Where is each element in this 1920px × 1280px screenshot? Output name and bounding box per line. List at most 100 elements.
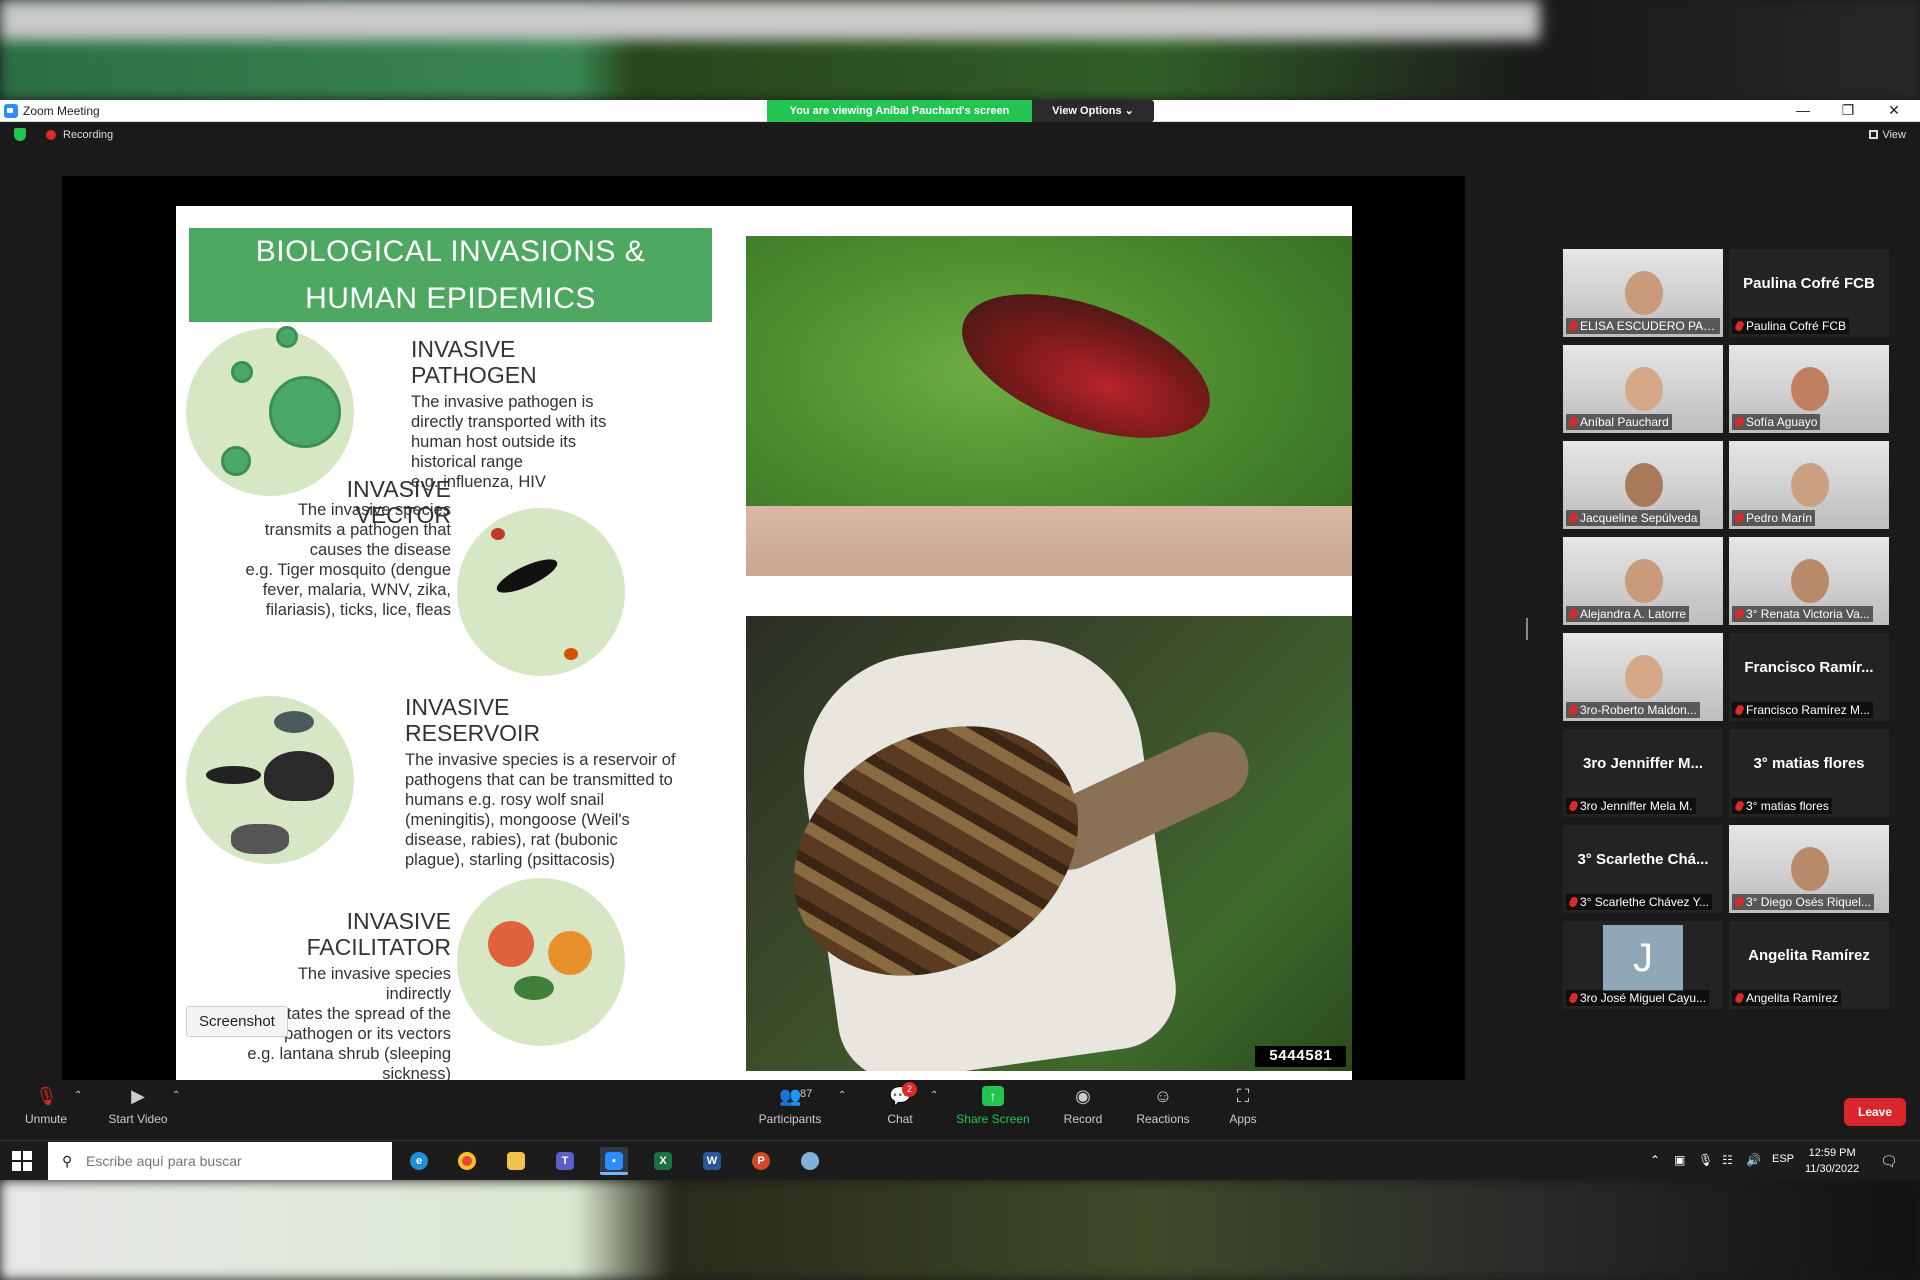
- audio-options-chevron-icon[interactable]: ⌃: [74, 1090, 82, 1101]
- participant-tile[interactable]: Francisco Ramír... Francisco Ramírez M...: [1729, 633, 1889, 721]
- virus-icon: [221, 446, 251, 476]
- image-id-label: 5444581: [1254, 1046, 1346, 1067]
- participants-count: 87: [800, 1088, 813, 1100]
- video-off-icon: ▶: [131, 1086, 145, 1106]
- muted-mic-icon: [1734, 415, 1745, 429]
- view-options-button[interactable]: View Options ⌄: [1032, 100, 1154, 122]
- muted-mic-icon: [1568, 607, 1579, 621]
- participant-tile[interactable]: Jacqueline Sepúlveda: [1563, 441, 1723, 529]
- mongoose-icon: [231, 824, 289, 854]
- muted-mic-icon: [1734, 991, 1745, 1005]
- reactions-button[interactable]: ☺ Reactions: [1123, 1086, 1203, 1126]
- start-video-button[interactable]: ▶ Start Video: [98, 1086, 178, 1126]
- lantana-flower-icon: [548, 931, 592, 975]
- participant-tile[interactable]: Sofía Aguayo: [1729, 345, 1889, 433]
- text-line: filariasis), ticks, lice, fleas: [265, 601, 451, 619]
- participant-name-label: 3ro-Roberto Maldon...: [1566, 702, 1700, 718]
- view-label: View: [1882, 129, 1906, 141]
- record-button[interactable]: ◉ Record: [1043, 1086, 1123, 1126]
- participants-label: Participants: [758, 1112, 822, 1126]
- powerpoint-icon[interactable]: P: [747, 1147, 775, 1175]
- share-screen-button[interactable]: ↑ Share Screen: [953, 1086, 1033, 1126]
- minimize-icon[interactable]: —: [1793, 102, 1813, 118]
- leave-button[interactable]: Leave: [1844, 1098, 1906, 1126]
- clock-date: 11/30/2022: [1805, 1163, 1860, 1175]
- word-icon[interactable]: W: [698, 1147, 726, 1175]
- participant-display-name: 3ro Jenniffer M...: [1582, 755, 1704, 772]
- taskbar-search[interactable]: ⚲: [48, 1142, 392, 1180]
- shared-screen[interactable]: BIOLOGICAL INVASIONS & HUMAN EPIDEMICS I…: [62, 176, 1465, 1086]
- teams-icon[interactable]: T: [551, 1147, 579, 1175]
- participant-face: [1791, 367, 1829, 411]
- muted-mic-icon: [1568, 511, 1579, 525]
- participant-face: [1791, 559, 1829, 603]
- bat-icon: [206, 766, 261, 784]
- muted-mic-icon: [1734, 703, 1745, 717]
- record-icon: ◉: [1075, 1086, 1091, 1106]
- view-button[interactable]: View: [1869, 129, 1906, 141]
- participant-tile[interactable]: ELISA ESCUDERO PAS...: [1563, 249, 1723, 337]
- restore-icon[interactable]: ❐: [1838, 102, 1858, 119]
- apps-label: Apps: [1229, 1112, 1257, 1126]
- participant-tile[interactable]: 3ro Jenniffer M... 3ro Jenniffer Mela M.: [1563, 729, 1723, 817]
- chat-chevron-icon[interactable]: ⌃: [930, 1090, 938, 1101]
- participant-name-label: Angelita Ramírez: [1732, 990, 1842, 1006]
- file-explorer-icon[interactable]: [502, 1147, 530, 1175]
- chat-button[interactable]: 💬 2 Chat: [860, 1082, 940, 1126]
- zoom-taskbar-icon[interactable]: ▪: [600, 1147, 628, 1175]
- clock-time: 12:59 PM: [1808, 1147, 1856, 1159]
- chrome-icon[interactable]: [453, 1147, 481, 1175]
- participant-name-label: Pedro Marín: [1732, 510, 1816, 526]
- participant-face: [1791, 847, 1829, 891]
- video-options-chevron-icon[interactable]: ⌃: [172, 1090, 180, 1101]
- presentation-slide: BIOLOGICAL INVASIONS & HUMAN EPIDEMICS I…: [176, 206, 1352, 1086]
- windows-taskbar: ⚲ e T ▪ X W P ⌃ ▣ 🎙 ☷ 🔊 ESP 12:59 PM 11/…: [0, 1140, 1920, 1180]
- grid-view-icon: [1869, 130, 1879, 139]
- rat-icon: [264, 751, 334, 801]
- chat-unread-badge: 2: [902, 1082, 917, 1097]
- notifications-icon[interactable]: 🗨: [1880, 1153, 1898, 1170]
- edge-icon[interactable]: e: [405, 1147, 433, 1175]
- close-icon[interactable]: ✕: [1884, 102, 1904, 119]
- participant-name-label: Alejandra A. Latorre: [1566, 606, 1690, 622]
- taskbar-search-input[interactable]: [86, 1151, 376, 1171]
- participant-tile[interactable]: 3° matias flores 3° matias flores: [1729, 729, 1889, 817]
- flea-icon: [564, 648, 578, 660]
- microphone-icon[interactable]: 🎙: [1698, 1153, 1713, 1167]
- participant-tile[interactable]: 3° Renata Victoria Va...: [1729, 537, 1889, 625]
- recording-icon: [46, 130, 56, 140]
- leaf-icon: [514, 976, 554, 1000]
- participant-tile[interactable]: 3° Diego Osés Riquel...: [1729, 825, 1889, 913]
- participant-tile[interactable]: Angelita Ramírez Angelita Ramírez: [1729, 921, 1889, 1009]
- network-device-icon[interactable]: ▣: [1674, 1153, 1685, 1167]
- taskbar-clock[interactable]: 12:59 PM 11/30/2022: [1805, 1145, 1859, 1177]
- wifi-icon[interactable]: ☷: [1722, 1153, 1733, 1167]
- title-bar: Zoom Meeting You are viewing Aníbal Pauc…: [0, 100, 1920, 122]
- participants-button[interactable]: 👥 87 Participants: [750, 1086, 830, 1126]
- paint-icon[interactable]: [796, 1147, 824, 1175]
- show-hidden-icons-chevron-icon[interactable]: ⌃: [1650, 1153, 1660, 1167]
- participant-tile[interactable]: 3° Scarlethe Chá... 3° Scarlethe Chávez Y…: [1563, 825, 1723, 913]
- apps-button[interactable]: ⛶ Apps: [1203, 1086, 1283, 1126]
- text-line: plague), starling (psittacosis): [405, 851, 616, 869]
- input-language[interactable]: ESP: [1772, 1153, 1794, 1165]
- participant-tile[interactable]: 3ro-Roberto Maldon...: [1563, 633, 1723, 721]
- participant-tile[interactable]: Pedro Marín: [1729, 441, 1889, 529]
- participant-tile[interactable]: Alejandra A. Latorre: [1563, 537, 1723, 625]
- participant-tile[interactable]: J 3ro José Miguel Cayu...: [1563, 921, 1723, 1009]
- participant-tile[interactable]: Paulina Cofré FCB Paulina Cofré FCB: [1729, 249, 1889, 337]
- virus-icon: [231, 361, 253, 383]
- encryption-shield-icon[interactable]: [14, 128, 26, 141]
- turtle-icon: [274, 711, 314, 733]
- split-drag-handle[interactable]: [1526, 618, 1528, 640]
- text-line: fever, malaria, WNV, zika,: [262, 581, 451, 599]
- text-line: The invasive species indirectly: [297, 965, 451, 1003]
- participant-name-label: 3ro José Miguel Cayu...: [1566, 990, 1710, 1006]
- windows-start-icon[interactable]: [12, 1151, 32, 1171]
- text-line: causes the disease: [309, 541, 451, 559]
- recording-label[interactable]: Recording: [63, 129, 113, 141]
- participant-tile[interactable]: Aníbal Pauchard: [1563, 345, 1723, 433]
- excel-icon[interactable]: X: [649, 1147, 677, 1175]
- volume-icon[interactable]: 🔊: [1746, 1153, 1761, 1167]
- participants-chevron-icon[interactable]: ⌃: [838, 1090, 846, 1101]
